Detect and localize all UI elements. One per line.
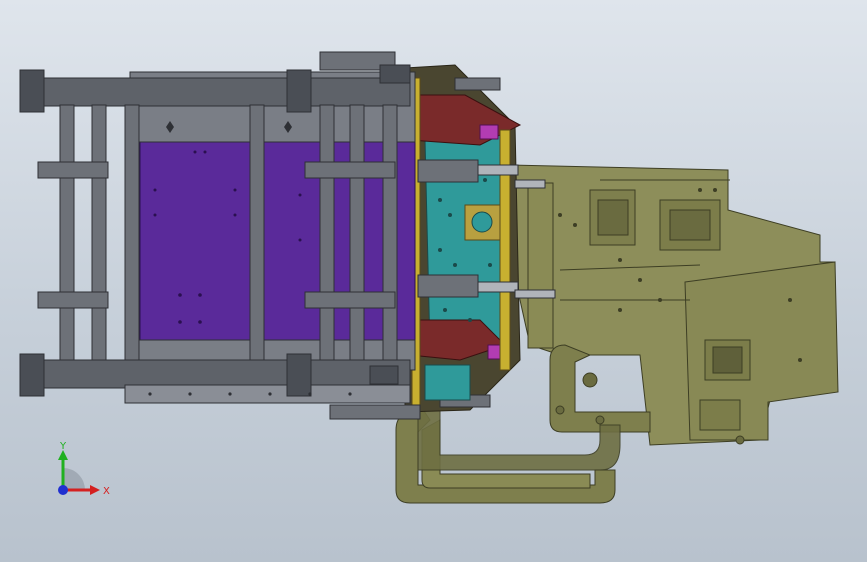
coordinate-triad: Y X [58,441,110,497]
x-axis-label: X [103,486,110,497]
steel-frame-assembly [19,64,416,404]
cad-viewport[interactable] [0,0,867,562]
olive-machine-body [509,164,839,446]
x-axis-arrow [90,485,100,495]
z-axis-dot [58,485,68,495]
y-axis-label: Y [59,441,67,452]
